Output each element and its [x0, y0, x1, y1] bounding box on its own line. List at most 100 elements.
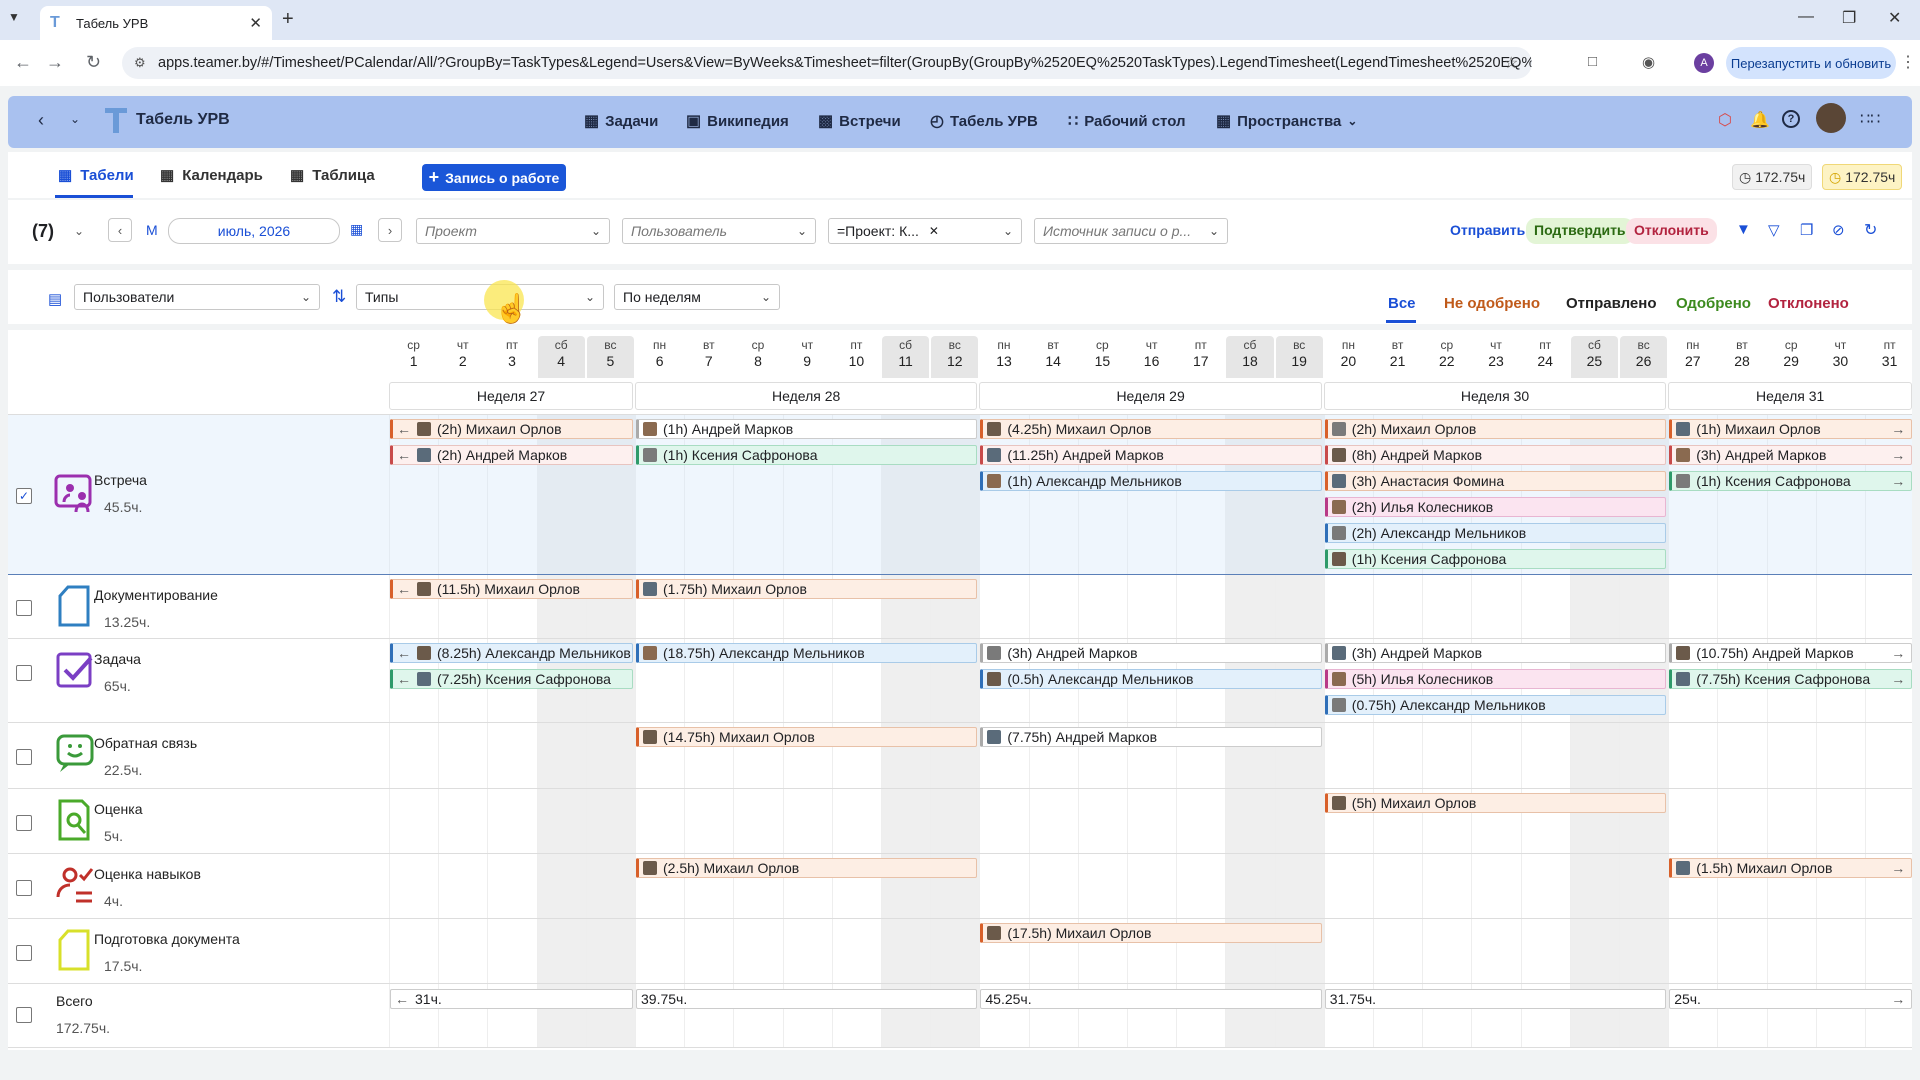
project-select[interactable]: Проект ⌄	[416, 218, 610, 244]
source-select[interactable]: Источник записи о р... ⌄	[1034, 218, 1228, 244]
add-work-record-button[interactable]: + Запись о работе	[422, 164, 566, 191]
browser-tab[interactable]: T Табель УРВ ✕	[40, 6, 272, 40]
row-checkbox[interactable]	[16, 879, 32, 896]
time-entry[interactable]: (3h) Андрей Марков →	[1669, 445, 1913, 465]
profile-avatar[interactable]: A	[1694, 53, 1714, 73]
prev-period-button[interactable]: ‹	[108, 218, 132, 242]
time-entry[interactable]: (1h) Ксения Сафронова →	[1669, 471, 1913, 491]
time-entry[interactable]: (1h) Ксения Сафронова	[636, 445, 978, 465]
time-entry[interactable]: (1.75h) Михаил Орлов	[636, 579, 978, 599]
address-bar[interactable]: apps.teamer.by/#/Timesheet/PCalendar/All…	[122, 47, 1532, 79]
nav-wiki[interactable]: ▣ Википедия	[686, 111, 789, 131]
relaunch-button[interactable]: Перезапустить и обновить	[1726, 47, 1896, 79]
alert-hexagon-icon[interactable]: ⬡	[1718, 110, 1732, 130]
tab-calendar[interactable]: ▦ Календарь	[160, 166, 263, 185]
app-menu-chevron-icon[interactable]: ⌄	[70, 112, 80, 126]
filter-clear-icon[interactable]: ▽	[1768, 221, 1780, 239]
time-entry[interactable]: (2h) Михаил Орлов	[1324, 419, 1667, 439]
time-entry[interactable]: ← (2h) Андрей Марков	[390, 445, 633, 465]
row-checkbox[interactable]	[16, 749, 32, 765]
total-checkbox[interactable]	[16, 1007, 32, 1023]
restore-icon[interactable]: ❐	[1842, 8, 1856, 28]
swap-icon[interactable]: ⇅	[332, 287, 346, 307]
unlink-icon[interactable]: ⊘	[1832, 221, 1845, 239]
time-entry[interactable]: ← (7.25h) Ксения Сафронова	[390, 669, 633, 689]
time-entry[interactable]: (3h) Анастасия Фомина	[1324, 471, 1667, 491]
time-entry[interactable]: ← (11.5h) Михаил Орлов	[390, 579, 633, 599]
time-entry[interactable]: (1h) Михаил Орлов →	[1669, 419, 1913, 439]
time-entry[interactable]: (1h) Андрей Марков	[636, 419, 978, 439]
time-entry[interactable]: (2h) Илья Колесников	[1324, 497, 1667, 517]
row-checkbox[interactable]: ✓	[16, 488, 32, 504]
bookmark-star-icon[interactable]: ☆	[1504, 53, 1518, 73]
refresh-icon[interactable]: ↻	[1864, 220, 1877, 240]
row-checkbox[interactable]	[16, 665, 32, 681]
project-filter-select[interactable]: =Проект: К... ✕ ⌄	[828, 218, 1022, 244]
tab-search-icon[interactable]: ▼	[8, 10, 20, 24]
user-select[interactable]: Пользователь ⌄	[622, 218, 816, 244]
time-entry[interactable]: (0.5h) Александр Мельников	[980, 669, 1322, 689]
nav-timesheet[interactable]: ◴ Табель УРВ	[930, 111, 1038, 131]
status-tab-rejected[interactable]: Отклонено	[1768, 295, 1849, 312]
extensions-icon[interactable]: □	[1588, 53, 1597, 70]
minimize-icon[interactable]: —	[1798, 8, 1814, 26]
time-entry[interactable]: ← (8.25h) Александр Мельников	[390, 643, 633, 663]
new-tab-icon[interactable]: +	[282, 8, 294, 31]
time-entry[interactable]: (0.75h) Александр Мельников	[1324, 695, 1667, 715]
close-tab-icon[interactable]: ✕	[249, 14, 262, 32]
view-select[interactable]: По неделям ⌄	[614, 284, 780, 310]
row-checkbox[interactable]	[16, 600, 32, 616]
time-entry[interactable]: (1.5h) Михаил Орлов →	[1669, 858, 1913, 878]
time-entry[interactable]: (10.75h) Андрей Марков →	[1669, 643, 1913, 663]
time-entry[interactable]: (3h) Андрей Марков	[980, 643, 1322, 663]
reject-button[interactable]: Отклонить	[1626, 218, 1717, 244]
user-avatar[interactable]	[1816, 103, 1846, 133]
next-period-button[interactable]: ›	[378, 218, 402, 242]
status-tab-sent[interactable]: Отправлено	[1566, 295, 1657, 312]
row-checkbox[interactable]	[16, 944, 32, 961]
app-back-icon[interactable]: ‹	[38, 110, 44, 131]
confirm-button[interactable]: Подтвердить	[1526, 218, 1634, 244]
nav-tasks[interactable]: ▦ Задачи	[584, 111, 658, 131]
incognito-icon[interactable]: ◉	[1642, 53, 1655, 71]
clear-filter-icon[interactable]: ✕	[929, 224, 939, 238]
apps-grid-icon[interactable]: ∷∷	[1860, 109, 1880, 129]
time-entry[interactable]: (11.25h) Андрей Марков	[980, 445, 1322, 465]
browser-menu-icon[interactable]: ⋮	[1900, 52, 1916, 72]
send-button[interactable]: Отправить	[1450, 222, 1525, 238]
status-tab-approved[interactable]: Одобрено	[1676, 295, 1751, 312]
time-entry[interactable]: (2h) Александр Мельников	[1324, 523, 1667, 543]
time-entry[interactable]: (3h) Андрей Марков	[1324, 643, 1667, 663]
nav-desktop[interactable]: ∷ Рабочий стол	[1068, 111, 1186, 131]
tab-timesheets[interactable]: ▦ Табели	[58, 166, 134, 185]
time-entry[interactable]: (18.75h) Александр Мельников	[636, 643, 978, 663]
legend-select[interactable]: Пользователи ⌄	[74, 284, 320, 310]
nav-spaces[interactable]: ▦ Пространства ⌄	[1216, 111, 1357, 131]
count-chevron-icon[interactable]: ⌄	[74, 224, 84, 238]
tab-table[interactable]: ▦ Таблица	[290, 166, 375, 185]
date-picker-icon[interactable]: ▦	[350, 221, 363, 238]
time-entry[interactable]: (7.75h) Ксения Сафронова →	[1669, 669, 1913, 689]
time-entry[interactable]: (5h) Илья Колесников	[1324, 669, 1667, 689]
site-info-icon[interactable]: ⚙	[134, 55, 146, 71]
period-mode[interactable]: М	[146, 222, 158, 238]
time-entry[interactable]: (1h) Ксения Сафронова	[1324, 549, 1667, 569]
time-entry[interactable]: (14.75h) Михаил Орлов	[636, 727, 978, 747]
time-entry[interactable]: ← (2h) Михаил Орлов	[390, 419, 633, 439]
back-icon[interactable]: ←	[14, 52, 32, 73]
group-by-select[interactable]: Типы ⌄	[356, 284, 604, 310]
time-entry[interactable]: (5h) Михаил Орлов	[1324, 793, 1667, 813]
time-entry[interactable]: (7.75h) Андрей Марков	[980, 727, 1322, 747]
row-checkbox[interactable]	[16, 814, 32, 831]
time-entry[interactable]: (17.5h) Михаил Орлов	[980, 923, 1322, 943]
time-entry[interactable]: (4.25h) Михаил Орлов	[980, 419, 1322, 439]
help-icon[interactable]: ?	[1782, 110, 1800, 128]
window-close-icon[interactable]: ✕	[1888, 8, 1901, 28]
time-entry[interactable]: (1h) Александр Мельников	[980, 471, 1322, 491]
status-tab-not-approved[interactable]: Не одобрено	[1444, 295, 1540, 312]
filter-add-icon[interactable]: ▼	[1736, 221, 1751, 238]
copy-icon[interactable]: ❐	[1800, 221, 1813, 239]
nav-meetings[interactable]: ▩ Встречи	[818, 111, 901, 131]
bell-icon[interactable]: 🔔	[1750, 110, 1770, 130]
status-tab-all[interactable]: Все	[1388, 295, 1416, 312]
